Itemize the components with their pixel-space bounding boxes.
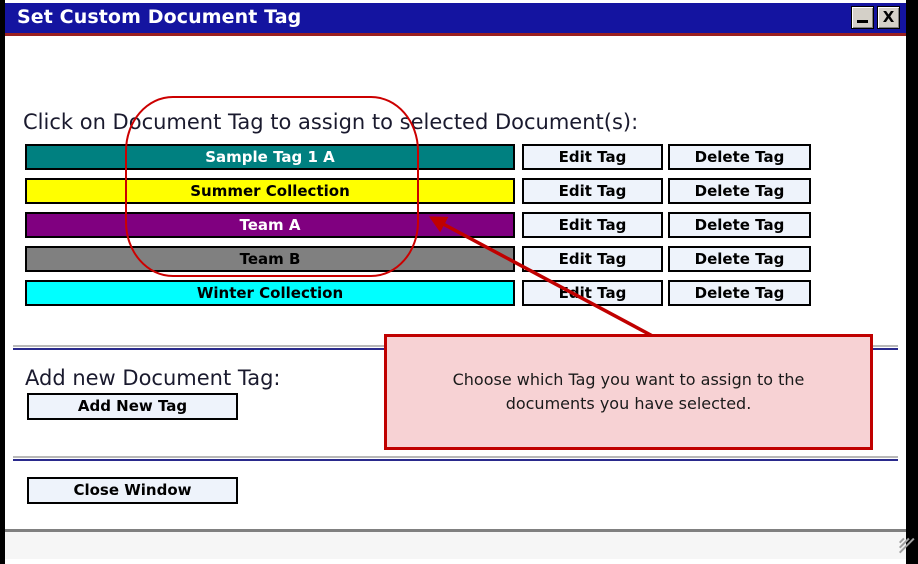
divider-bottom — [13, 456, 898, 461]
delete-tag-button[interactable]: Delete Tag — [668, 212, 811, 238]
tag-row: Team A Edit Tag Delete Tag — [25, 211, 811, 239]
title-bar-buttons: X — [851, 6, 900, 29]
tag-swatch-team-b[interactable]: Team B — [25, 246, 515, 272]
application-window: Set Custom Document Tag X Click on Docum… — [0, 0, 918, 564]
tag-swatch-summer-collection[interactable]: Summer Collection — [25, 178, 515, 204]
minimize-icon — [857, 19, 868, 23]
title-bar-underline — [5, 33, 906, 36]
edit-tag-button[interactable]: Edit Tag — [522, 246, 663, 272]
tag-row: Sample Tag 1 A Edit Tag Delete Tag — [25, 143, 811, 171]
edit-tag-button[interactable]: Edit Tag — [522, 280, 663, 306]
close-icon: X — [882, 8, 895, 26]
add-new-tag-button[interactable]: Add New Tag — [27, 393, 238, 420]
tag-row: Winter Collection Edit Tag Delete Tag — [25, 279, 811, 307]
tag-swatch-winter-collection[interactable]: Winter Collection — [25, 280, 515, 306]
tag-swatch-team-a[interactable]: Team A — [25, 212, 515, 238]
minimize-button[interactable] — [851, 6, 874, 29]
instruction-text: Click on Document Tag to assign to selec… — [23, 110, 639, 134]
delete-tag-button[interactable]: Delete Tag — [668, 178, 811, 204]
tag-list: Sample Tag 1 A Edit Tag Delete Tag Summe… — [25, 143, 811, 313]
edit-tag-button[interactable]: Edit Tag — [522, 212, 663, 238]
delete-tag-button[interactable]: Delete Tag — [668, 280, 811, 306]
tag-label: Team A — [239, 215, 301, 234]
content-area: Click on Document Tag to assign to selec… — [5, 36, 904, 529]
tag-label: Sample Tag 1 A — [205, 147, 335, 166]
window-title: Set Custom Document Tag — [17, 6, 302, 28]
resize-grip-icon[interactable] — [885, 537, 915, 558]
tag-label: Team B — [239, 249, 301, 268]
close-button[interactable]: X — [877, 6, 900, 29]
title-bar: Set Custom Document Tag X — [5, 3, 906, 33]
divider-top — [13, 345, 898, 350]
status-bar — [5, 529, 915, 559]
close-window-button[interactable]: Close Window — [27, 477, 238, 504]
delete-tag-button[interactable]: Delete Tag — [668, 246, 811, 272]
scroll-edge — [899, 36, 904, 529]
tag-label: Winter Collection — [196, 283, 344, 302]
tag-row: Summer Collection Edit Tag Delete Tag — [25, 177, 811, 205]
tag-label: Summer Collection — [190, 181, 350, 200]
edit-tag-button[interactable]: Edit Tag — [522, 178, 663, 204]
tag-row: Team B Edit Tag Delete Tag — [25, 245, 811, 273]
edit-tag-button[interactable]: Edit Tag — [522, 144, 663, 170]
tag-swatch-sample-tag-1-a[interactable]: Sample Tag 1 A — [25, 144, 515, 170]
delete-tag-button[interactable]: Delete Tag — [668, 144, 811, 170]
add-new-tag-label: Add new Document Tag: — [25, 366, 281, 390]
